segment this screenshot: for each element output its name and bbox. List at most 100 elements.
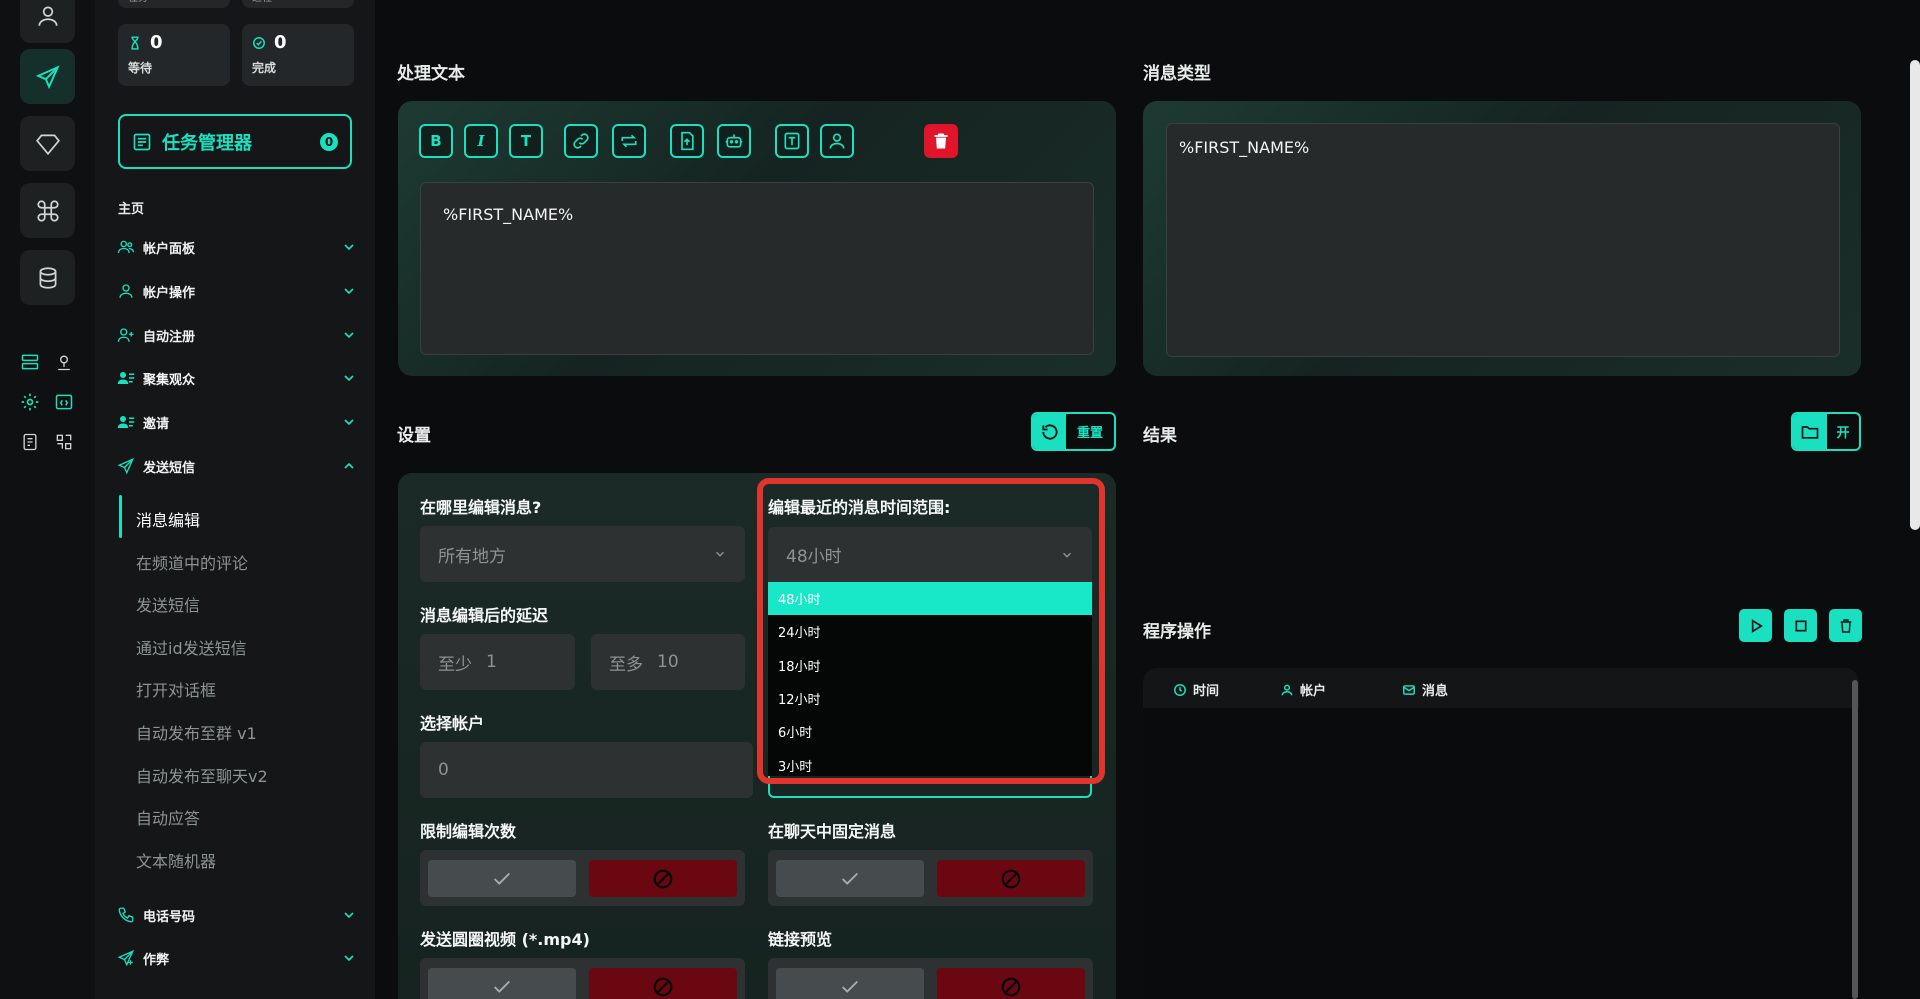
sub-item-send-by-id[interactable]: 通过id发送短信 (136, 635, 247, 659)
delay-min-input[interactable]: 至少 1 (420, 634, 575, 690)
sidebar-item-gather-audience[interactable]: 聚集观众 (117, 364, 357, 392)
hourglass-icon (131, 35, 139, 50)
start-button[interactable] (1739, 609, 1772, 642)
open-folder-button[interactable]: 开 (1791, 412, 1861, 451)
stat-tasks-label: 任务 (118, 0, 230, 8)
sub-item-send-sms[interactable]: 发送短信 (136, 592, 200, 616)
code-window-icon[interactable] (52, 390, 76, 414)
log-col-message: 消息 (1402, 680, 1448, 699)
home-label: 主页 (118, 202, 145, 217)
repeat-button[interactable] (612, 124, 646, 158)
reset-icon (1041, 423, 1058, 440)
gear-icon[interactable] (18, 390, 42, 414)
users-icon (117, 240, 135, 254)
sidebar-item-label: 帐户操作 (143, 285, 196, 301)
user-icon (829, 133, 845, 149)
text-format-button[interactable] (775, 124, 809, 158)
ban-icon (653, 869, 673, 888)
accounts-count-input[interactable]: 0 (420, 742, 753, 798)
file-upload-button[interactable] (670, 124, 704, 158)
settings-title: 设置 (397, 426, 431, 446)
editor-title: 处理文本 (397, 64, 465, 84)
user-icon (1281, 684, 1293, 695)
grid-icon[interactable] (52, 430, 76, 454)
location-icon[interactable] (52, 350, 76, 374)
server-list-icon[interactable] (18, 350, 42, 374)
italic-button[interactable]: I (464, 124, 498, 158)
log-col-time: 时间 (1173, 680, 1219, 699)
round-video-no[interactable] (589, 968, 737, 999)
send-icon[interactable] (20, 49, 75, 104)
bold-button[interactable]: B (419, 124, 453, 158)
active-indicator (119, 495, 122, 538)
document-icon[interactable] (18, 430, 42, 454)
icon-rail (0, 0, 95, 999)
sidebar-item-send-sms[interactable]: 发送短信 (117, 452, 357, 480)
pin-message-yes[interactable] (776, 860, 924, 897)
text-button[interactable]: T (509, 124, 543, 158)
sub-item-message-edit[interactable]: 消息编辑 (136, 507, 200, 531)
bot-button[interactable] (717, 124, 751, 158)
chevron-up-icon (344, 462, 354, 469)
sidebar-item-label: 电话号码 (143, 909, 196, 925)
send-plus-icon (117, 949, 135, 967)
user-icon (119, 284, 133, 298)
sidebar: 任务 进程 0 等待 0 完成 任务管理器 0 主页 帐户面板 帐户操作 自动注… (95, 0, 375, 999)
clear-text-button[interactable] (924, 124, 958, 158)
round-video-toggle (420, 958, 745, 999)
log-header: 时间 帐户 消息 (1143, 668, 1859, 708)
reset-button[interactable]: 重置 (1031, 412, 1116, 451)
sidebar-item-cheat[interactable]: 作弊 (117, 944, 357, 972)
delay-min-prefix: 至少 (438, 654, 472, 675)
link-preview-no[interactable] (937, 968, 1085, 999)
round-video-label: 发送圆圈视频 (*.mp4) (420, 930, 590, 949)
sidebar-item-account-panel[interactable]: 帐户面板 (117, 233, 357, 261)
limit-edits-no[interactable] (589, 860, 737, 897)
database-icon[interactable] (20, 250, 75, 305)
user-icon[interactable] (20, 0, 75, 43)
sub-item-channel-comments[interactable]: 在频道中的评论 (136, 550, 248, 574)
where-edit-select[interactable]: 所有地方 (420, 526, 745, 582)
chevron-down-icon (344, 375, 354, 382)
stat-process-label: 进程 (242, 0, 354, 8)
phone-icon (118, 907, 134, 923)
page-scrollbar[interactable] (1910, 60, 1920, 530)
log-panel: 时间 帐户 消息 (1143, 668, 1859, 999)
pin-message-toggle (768, 850, 1093, 906)
diamond-icon[interactable] (20, 116, 75, 171)
link-button[interactable] (564, 124, 598, 158)
sidebar-item-auto-register[interactable]: 自动注册 (117, 321, 357, 349)
pin-message-no[interactable] (937, 860, 1085, 897)
command-icon[interactable] (20, 183, 75, 238)
sub-item-auto-reply[interactable]: 自动应答 (136, 805, 200, 829)
sub-item-autopost-v2[interactable]: 自动发布至聊天v2 (136, 763, 268, 787)
limit-edits-toggle (420, 850, 745, 906)
limit-edits-label: 限制编辑次数 (420, 822, 517, 841)
sidebar-item-phone-numbers[interactable]: 电话号码 (117, 901, 357, 929)
insert-user-button[interactable] (820, 124, 854, 158)
user-list-icon (117, 372, 135, 384)
stop-button[interactable] (1784, 609, 1817, 642)
clear-log-button[interactable] (1829, 609, 1862, 642)
delay-max-input[interactable]: 至多 10 (591, 634, 745, 690)
file-upload-icon (681, 131, 694, 151)
sidebar-item-label: 发送短信 (143, 460, 196, 476)
message-text-editor[interactable]: %FIRST_NAME% (420, 182, 1094, 355)
sidebar-item-invite[interactable]: 邀请 (117, 408, 357, 436)
link-preview-yes[interactable] (776, 968, 924, 999)
sidebar-item-account-ops[interactable]: 帐户操作 (117, 277, 357, 305)
round-video-yes[interactable] (428, 968, 576, 999)
sub-item-autopost-v1[interactable]: 自动发布至群 v1 (136, 720, 257, 744)
task-manager-badge: 0 (320, 132, 338, 151)
log-scrollbar[interactable] (1852, 680, 1858, 999)
open-folder-label: 开 (1836, 426, 1850, 441)
sub-item-text-randomizer[interactable]: 文本随机器 (136, 848, 216, 872)
message-type-title: 消息类型 (1143, 64, 1211, 84)
text-format-icon (784, 132, 800, 150)
task-manager-button[interactable]: 任务管理器 0 (118, 114, 352, 169)
limit-edits-yes[interactable] (428, 860, 576, 897)
link-icon (573, 133, 589, 149)
link-preview-label: 链接预览 (768, 930, 833, 949)
sub-item-open-dialog[interactable]: 打开对话框 (136, 677, 216, 701)
user-plus-icon (117, 328, 134, 342)
